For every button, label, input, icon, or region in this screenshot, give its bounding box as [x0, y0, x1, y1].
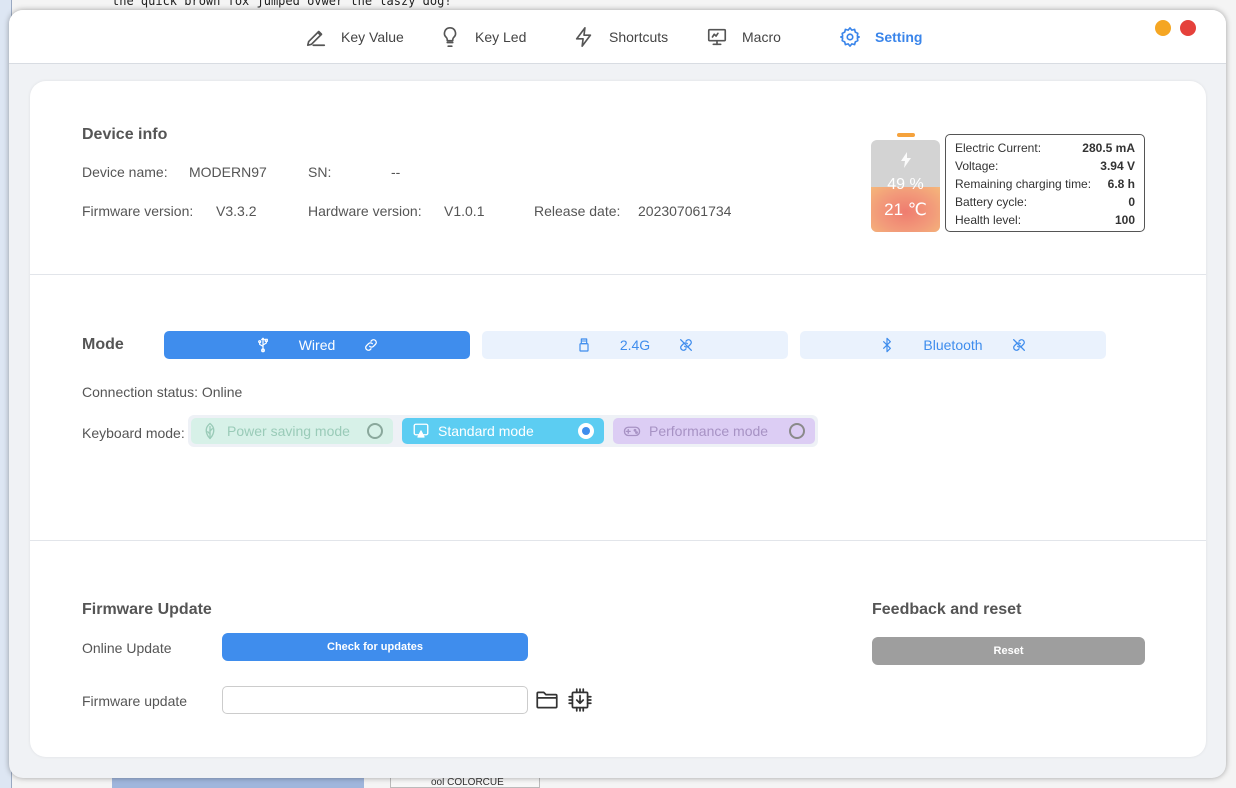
bluetooth-icon	[883, 337, 892, 353]
stat-row-battery-cycle: Battery cycle: 0	[955, 193, 1135, 211]
nav-key-value[interactable]: Key Value	[305, 10, 404, 64]
battery-cap	[897, 133, 915, 137]
stat-label: Remaining charging time:	[955, 177, 1092, 191]
stat-value: 0	[1128, 195, 1135, 209]
unlink-icon	[1012, 339, 1025, 351]
battery-percent: 49 %	[887, 176, 924, 193]
power-saving-mode-option[interactable]: Power saving mode	[191, 418, 393, 444]
performance-mode-radio[interactable]	[789, 423, 805, 439]
mode-bluetooth-button[interactable]: Bluetooth	[800, 331, 1106, 359]
mode-title: Mode	[82, 336, 124, 353]
release-date-value: 202307061734	[638, 203, 732, 219]
top-navigation-bar: Key Value Key Led Shortcuts Macro Settin…	[9, 10, 1226, 64]
nav-key-value-label: Key Value	[341, 29, 404, 45]
stat-row-current: Electric Current: 280.5 mA	[955, 139, 1135, 157]
lightning-icon	[575, 27, 592, 47]
monitor-icon	[707, 28, 727, 46]
section-divider	[30, 540, 1206, 541]
folder-icon[interactable]	[534, 687, 560, 713]
app-window: Key Value Key Led Shortcuts Macro Settin…	[9, 10, 1226, 778]
sn-label: SN:	[308, 164, 332, 180]
device-name-label: Device name:	[82, 164, 168, 180]
stat-label: Health level:	[955, 213, 1022, 227]
stat-row-charging-time: Remaining charging time: 6.8 h	[955, 175, 1135, 193]
mode-bluetooth-label: Bluetooth	[923, 337, 983, 353]
reset-button[interactable]: Reset	[872, 637, 1145, 665]
chip-upload-icon[interactable]	[567, 687, 593, 713]
standard-mode-label: Standard mode	[438, 423, 534, 439]
device-name-value: MODERN97	[189, 164, 267, 180]
pen-tool-icon	[306, 30, 326, 47]
stat-value: 3.94 V	[1100, 159, 1135, 173]
hardware-version-label: Hardware version:	[308, 203, 422, 219]
firmware-file-input[interactable]	[222, 686, 528, 714]
release-date-label: Release date:	[534, 203, 621, 219]
settings-card: Device info Device name: MODERN97 SN: --…	[30, 81, 1206, 757]
nav-setting-label: Setting	[875, 29, 923, 45]
radio-selected-dot	[582, 427, 590, 435]
hardware-version-value: V1.0.1	[444, 203, 485, 219]
stat-row-voltage: Voltage: 3.94 V	[955, 157, 1135, 175]
connection-status: Connection status: Online	[82, 384, 243, 400]
lightbulb-icon	[443, 27, 457, 47]
feedback-reset-title: Feedback and reset	[872, 601, 1022, 618]
keyboard-mode-group: Power saving mode Standard mode Performa…	[188, 415, 818, 447]
close-button[interactable]	[1180, 20, 1196, 36]
performance-mode-option[interactable]: Performance mode	[613, 418, 815, 444]
mode-wired-label: Wired	[298, 337, 336, 353]
stat-row-health-level: Health level: 100	[955, 211, 1135, 229]
check-for-updates-button[interactable]: Check for updates	[222, 633, 528, 661]
mode-24g-button[interactable]: 2.4G	[482, 331, 788, 359]
power-saving-mode-radio[interactable]	[367, 423, 383, 439]
gear-icon	[840, 27, 860, 47]
stat-value: 6.8 h	[1107, 177, 1135, 191]
nav-macro[interactable]: Macro	[706, 10, 781, 64]
minimize-button[interactable]	[1155, 20, 1171, 36]
dongle-icon	[579, 338, 589, 352]
mode-24g-label: 2.4G	[619, 337, 651, 353]
performance-mode-label: Performance mode	[649, 423, 769, 439]
unlink-icon	[680, 339, 693, 351]
power-saving-mode-label: Power saving mode	[227, 423, 350, 439]
battery-stats-panel: Electric Current: 280.5 mA Voltage: 3.94 V…	[945, 134, 1145, 232]
section-divider	[30, 274, 1206, 275]
gamepad-icon	[623, 426, 641, 437]
display-icon	[413, 423, 429, 438]
stat-label: Electric Current:	[955, 141, 1042, 155]
battery-temperature: 21 ℃	[884, 200, 927, 219]
sn-value: --	[391, 164, 401, 180]
online-update-label: Online Update	[82, 640, 172, 656]
desktop-text: the quick brown fox jumped ovwer the las…	[112, 0, 452, 8]
stat-label: Voltage:	[955, 159, 999, 173]
nav-setting[interactable]: Setting	[839, 10, 922, 64]
firmware-version-value: V3.3.2	[216, 203, 257, 219]
usb-icon	[257, 337, 268, 353]
firmware-update-label: Firmware update	[82, 693, 188, 709]
nav-key-led[interactable]: Key Led	[439, 10, 526, 64]
firmware-version-label: Firmware version:	[82, 203, 194, 219]
standard-mode-radio[interactable]	[578, 423, 594, 439]
mode-wired-button[interactable]: Wired	[164, 331, 470, 359]
firmware-update-title: Firmware Update	[82, 601, 212, 618]
leaf-icon	[205, 422, 215, 440]
charging-bolt-icon	[901, 152, 911, 168]
keyboard-mode-label: Keyboard mode:	[82, 425, 185, 441]
stat-value: 100	[1114, 213, 1135, 227]
nav-key-led-label: Key Led	[475, 29, 527, 45]
stat-label: Battery cycle:	[955, 195, 1028, 209]
link-icon	[365, 339, 378, 351]
battery-indicator: 49 % 21 ℃	[871, 140, 940, 232]
nav-shortcuts-label: Shortcuts	[609, 29, 669, 45]
nav-shortcuts[interactable]: Shortcuts	[573, 10, 668, 64]
standard-mode-option[interactable]: Standard mode	[402, 418, 604, 444]
stat-value: 280.5 mA	[1082, 141, 1135, 155]
nav-macro-label: Macro	[742, 29, 781, 45]
device-info-title: Device info	[82, 126, 168, 143]
